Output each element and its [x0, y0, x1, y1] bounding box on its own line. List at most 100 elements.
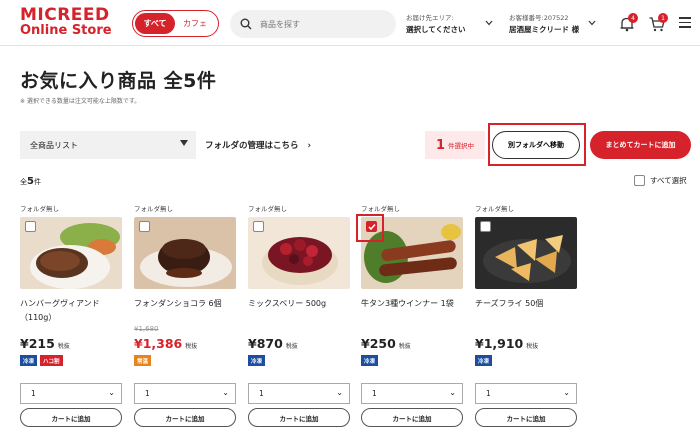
chevron-down-icon: ⌄: [449, 388, 456, 397]
folder-label: フォルダ無し: [248, 205, 287, 213]
product-checkbox[interactable]: [139, 221, 150, 232]
product-name[interactable]: ミックスベリー 500g: [248, 297, 350, 325]
original-price: [248, 325, 350, 334]
product-price: ¥215 税抜: [20, 336, 122, 351]
product-name[interactable]: チーズフライ 50個: [475, 297, 577, 325]
add-all-to-cart-button[interactable]: まとめてカートに追加: [590, 131, 691, 159]
search-input[interactable]: [260, 19, 380, 29]
chevron-down-icon: ⌄: [222, 388, 229, 397]
add-to-cart-button[interactable]: カートに追加: [248, 408, 350, 427]
tax-label: 税抜: [185, 343, 198, 350]
price-value: ¥1,386: [134, 336, 183, 351]
add-to-cart-button[interactable]: カートに追加: [361, 408, 463, 427]
product-price: ¥870 税抜: [248, 336, 350, 351]
select-all[interactable]: すべて選択: [634, 175, 687, 186]
quantity-select[interactable]: 1 ⌄: [134, 383, 236, 404]
search-icon: [240, 18, 252, 30]
add-to-cart-button[interactable]: カートに追加: [134, 408, 236, 427]
tag-box-discount: ハコ割: [40, 355, 63, 366]
quantity-select[interactable]: 1 ⌄: [20, 383, 122, 404]
toggle-cafe-button[interactable]: カフェ: [175, 18, 215, 29]
notification-badge: 4: [628, 13, 638, 23]
product-price: ¥1,386 税抜: [134, 336, 236, 351]
tax-label: 税抜: [526, 343, 539, 350]
customer-number: お客様番号:207522: [509, 14, 569, 22]
menu-icon[interactable]: [679, 17, 691, 31]
cart-badge: 1: [658, 13, 668, 23]
tag-frozen: 冷凍: [361, 355, 379, 366]
total-suffix: 件: [33, 178, 41, 186]
selected-count-number: 1: [435, 137, 446, 153]
quantity-value: 1: [145, 389, 150, 398]
quantity-select[interactable]: 1 ⌄: [361, 383, 463, 404]
product-tags: 冷凍: [361, 355, 463, 366]
tax-label: 税抜: [398, 343, 411, 350]
select-all-checkbox[interactable]: [634, 175, 645, 186]
price-value: ¥1,910: [475, 336, 524, 351]
folder-label: フォルダ無し: [20, 205, 59, 213]
total-prefix: 全: [20, 178, 27, 186]
add-to-cart-button[interactable]: カートに追加: [20, 408, 122, 427]
list-select-value: 全商品リスト: [30, 140, 78, 150]
site-logo[interactable]: MICREED Online Store: [20, 5, 112, 39]
folder-label: フォルダ無し: [475, 205, 514, 213]
product-image[interactable]: [20, 217, 122, 289]
product-name[interactable]: 牛タン3種ウインナー 1袋: [361, 297, 463, 325]
original-price: [475, 325, 577, 334]
quantity-value: 1: [372, 389, 377, 398]
product-price: ¥1,910 税抜: [475, 336, 577, 351]
price-value: ¥870: [248, 336, 283, 351]
chevron-down-icon[interactable]: [588, 20, 596, 26]
tag-ambient: 常温: [134, 355, 152, 366]
product-image[interactable]: [475, 217, 577, 289]
chevron-down-icon[interactable]: [485, 20, 493, 26]
product-card: フォルダ無し チーズフライ 50個 ¥1,910 税抜 冷凍 1 ⌄ カートに追加: [475, 203, 577, 427]
product-image[interactable]: [248, 217, 350, 289]
toggle-all-button[interactable]: すべて: [135, 13, 175, 34]
folder-manage-link[interactable]: フォルダの管理はこちら ›: [205, 139, 311, 151]
price-value: ¥250: [361, 336, 396, 351]
customer-name: 居酒屋ミクリード 様: [509, 25, 580, 34]
search-bar: [230, 10, 396, 38]
product-tags: 冷凍 ハコ割: [20, 355, 122, 366]
select-all-label: すべて選択: [650, 176, 687, 185]
product-checkbox[interactable]: [253, 221, 264, 232]
delivery-area[interactable]: お届け先エリア: 選択してください: [406, 13, 466, 35]
total-number: 5: [27, 176, 34, 187]
product-name[interactable]: ハンバーグヴィアンド（110g）: [20, 297, 122, 325]
category-toggle: すべて カフェ: [132, 10, 219, 37]
product-tags: 冷凍: [475, 355, 577, 366]
chevron-right-icon: ›: [307, 141, 311, 151]
original-price: ¥1,680: [134, 325, 159, 333]
checkbox-highlight: [356, 214, 384, 242]
selected-count: 1 件選択中: [425, 131, 485, 159]
list-select[interactable]: 全商品リスト: [20, 131, 196, 159]
product-name[interactable]: フォンダンショコラ 6個: [134, 297, 236, 325]
move-folder-button[interactable]: 別フォルダへ移動: [492, 131, 580, 159]
tax-label: 税抜: [57, 343, 70, 350]
logo-line2: Online Store: [20, 23, 112, 38]
original-price: [361, 325, 463, 334]
caret-down-icon: [180, 140, 188, 146]
product-image[interactable]: [134, 217, 236, 289]
product-checkbox[interactable]: [25, 221, 36, 232]
folder-label: フォルダ無し: [134, 205, 173, 213]
delivery-label: お届け先エリア:: [406, 14, 454, 22]
quantity-select[interactable]: 1 ⌄: [248, 383, 350, 404]
quantity-value: 1: [259, 389, 264, 398]
quantity-value: 1: [486, 389, 491, 398]
chevron-down-icon: ⌄: [336, 388, 343, 397]
logo-line1: MICREED: [20, 5, 110, 25]
price-value: ¥215: [20, 336, 55, 351]
product-price: ¥250 税抜: [361, 336, 463, 351]
product-checkbox[interactable]: [480, 221, 491, 232]
tag-frozen: 冷凍: [20, 355, 38, 366]
delivery-value: 選択してください: [406, 25, 466, 34]
add-to-cart-button[interactable]: カートに追加: [475, 408, 577, 427]
quantity-select[interactable]: 1 ⌄: [475, 383, 577, 404]
tag-frozen: 冷凍: [248, 355, 266, 366]
selected-count-label: 件選択中: [448, 142, 475, 150]
product-card: フォルダ無し ミックスベリー 500g ¥870 税抜 冷凍 1 ⌄ カートに追加: [248, 203, 350, 427]
quantity-value: 1: [31, 389, 36, 398]
customer-info[interactable]: お客様番号:207522 居酒屋ミクリード 様: [509, 13, 579, 35]
